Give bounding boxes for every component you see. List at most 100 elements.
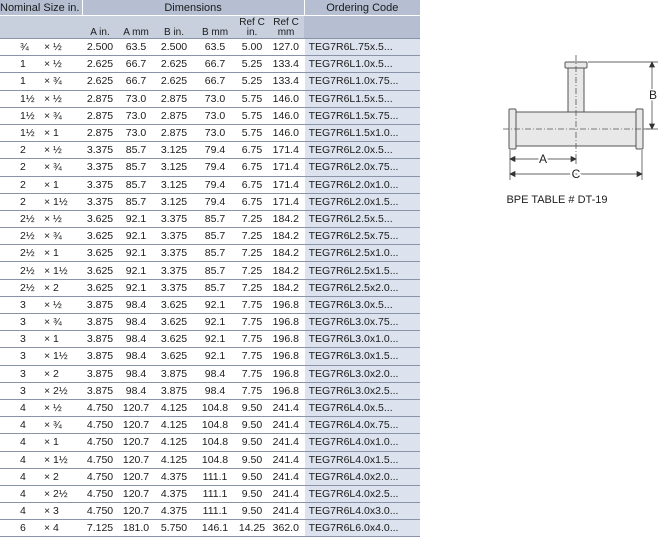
b-in-cell: 3.375 bbox=[154, 210, 195, 229]
header-row-group: Nominal Size in. Dimensions Ordering Cod… bbox=[0, 0, 421, 16]
header-ordering-code: Ordering Code bbox=[304, 0, 421, 16]
a-in-cell: 4.750 bbox=[82, 485, 119, 504]
reducer-size-cell: × 2½ bbox=[40, 485, 83, 504]
nominal-size-cell: 4 bbox=[0, 485, 40, 504]
a-in-cell: 4.750 bbox=[82, 502, 119, 521]
b-in-cell: 4.125 bbox=[154, 416, 195, 435]
ordering-code-cell: TEG7R6L1.5x.5... bbox=[303, 90, 421, 108]
a-in-cell: 3.625 bbox=[82, 279, 119, 297]
ordering-code-cell: TEG7R6L1.5x1.0... bbox=[303, 124, 421, 143]
dimension-c-label: C bbox=[572, 167, 581, 181]
b-mm-cell: 85.7 bbox=[194, 210, 237, 229]
ref-c-in-cell: 14.25 bbox=[236, 519, 269, 537]
nominal-size-cell: 2½ bbox=[0, 279, 40, 297]
ref-c-in-cell: 6.75 bbox=[236, 141, 269, 160]
a-in-cell: 3.875 bbox=[82, 313, 119, 332]
ref-c-in-cell: 7.25 bbox=[236, 210, 269, 229]
reducer-size-cell: × ¾ bbox=[40, 158, 83, 177]
nominal-size-cell: 4 bbox=[0, 502, 40, 521]
nominal-size-cell: 2½ bbox=[0, 261, 40, 280]
figure-caption: BPE TABLE # DT-19 bbox=[506, 194, 608, 206]
a-mm-cell: 92.1 bbox=[118, 244, 155, 263]
ref-c-mm-cell: 146.0 bbox=[268, 107, 305, 125]
ordering-code-cell: TEG7R6L2.5x2.0... bbox=[303, 279, 421, 297]
a-in-cell: 3.625 bbox=[82, 244, 119, 263]
ref-c-in-cell: 9.50 bbox=[236, 502, 269, 521]
dimension-b-label: B bbox=[649, 88, 657, 102]
b-mm-cell: 104.8 bbox=[194, 451, 237, 469]
nominal-size-cell: 4 bbox=[0, 433, 40, 452]
b-mm-cell: 73.0 bbox=[194, 124, 237, 143]
a-mm-cell: 92.1 bbox=[118, 279, 155, 297]
reducer-size-cell: × ¾ bbox=[40, 107, 83, 125]
header-dimensions: Dimensions bbox=[82, 0, 305, 16]
reducer-size-cell: × 1½ bbox=[40, 261, 83, 280]
b-mm-cell: 79.4 bbox=[194, 158, 237, 177]
ref-c-mm-cell: 196.8 bbox=[268, 296, 305, 315]
ref-c-in-cell: 6.75 bbox=[236, 176, 269, 194]
reducer-size-cell: × ½ bbox=[40, 399, 83, 418]
table-row: 4 × 2½ 4.750 120.7 4.375 111.1 9.50 241.4 TEG7R6… bbox=[0, 485, 421, 504]
nominal-size-cell: 2 bbox=[0, 193, 40, 211]
table-row: 3 × 1 3.875 98.4 3.625 92.1 7.75 196.8 TEG7R6L3.… bbox=[0, 330, 421, 349]
a-in-cell: 4.750 bbox=[82, 399, 119, 418]
b-mm-cell: 66.7 bbox=[194, 55, 237, 74]
a-in-cell: 2.625 bbox=[82, 55, 119, 74]
ref-c-in-cell: 9.50 bbox=[236, 416, 269, 435]
table-row: 2 × 1 3.375 85.7 3.125 79.4 6.75 171.4 TEG7R6L2.… bbox=[0, 176, 421, 194]
ref-c-in-cell: 7.25 bbox=[236, 279, 269, 297]
b-in-cell: 5.750 bbox=[154, 519, 195, 537]
b-in-cell: 4.375 bbox=[154, 502, 195, 521]
b-mm-cell: 85.7 bbox=[194, 227, 237, 246]
b-mm-cell: 85.7 bbox=[194, 244, 237, 263]
b-in-cell: 4.125 bbox=[154, 399, 195, 418]
header-ref-c-in: Ref C in. bbox=[236, 15, 269, 39]
ref-c-mm-cell: 241.4 bbox=[268, 416, 305, 435]
ordering-code-cell: TEG7R6L6.0x4.0... bbox=[303, 519, 421, 537]
ref-c-in-cell: 7.75 bbox=[236, 365, 269, 383]
a-in-cell: 2.625 bbox=[82, 72, 119, 91]
ref-c-in-cell: 9.50 bbox=[236, 399, 269, 418]
b-mm-cell: 66.7 bbox=[194, 72, 237, 91]
header-a-in: A in. bbox=[82, 15, 119, 39]
ordering-code-cell: TEG7R6L2.0x.75... bbox=[303, 158, 421, 177]
a-mm-cell: 98.4 bbox=[118, 313, 155, 332]
ordering-code-cell: TEG7R6L1.0x.5... bbox=[303, 55, 421, 74]
a-in-cell: 2.875 bbox=[82, 124, 119, 143]
b-in-cell: 3.625 bbox=[154, 347, 195, 366]
ref-c-in-cell: 5.75 bbox=[236, 90, 269, 108]
b-in-cell: 3.625 bbox=[154, 296, 195, 315]
reducing-tee-diagram: B A C bbox=[503, 55, 659, 183]
ordering-code-cell: TEG7R6L2.0x1.5... bbox=[303, 193, 421, 211]
b-in-cell: 2.625 bbox=[154, 72, 195, 91]
ref-c-in-cell: 7.75 bbox=[236, 296, 269, 315]
ordering-code-cell: TEG7R6L4.0x.5... bbox=[303, 399, 421, 418]
b-in-cell: 3.375 bbox=[154, 279, 195, 297]
a-mm-cell: 120.7 bbox=[118, 451, 155, 469]
nominal-size-cell: 2½ bbox=[0, 244, 40, 263]
ref-c-mm-cell: 127.0 bbox=[268, 38, 305, 57]
ordering-code-cell: TEG7R6L4.0x1.0... bbox=[303, 433, 421, 452]
reducer-size-cell: × 1 bbox=[40, 176, 83, 194]
ref-c-in-cell: 6.75 bbox=[236, 193, 269, 211]
ordering-code-cell: TEG7R6L1.0x.75... bbox=[303, 72, 421, 91]
b-mm-cell: 73.0 bbox=[194, 90, 237, 108]
ref-c-mm-cell: 146.0 bbox=[268, 124, 305, 143]
a-in-cell: 3.875 bbox=[82, 296, 119, 315]
b-mm-cell: 79.4 bbox=[194, 193, 237, 211]
ordering-code-cell: TEG7R6L4.0x2.5... bbox=[303, 485, 421, 504]
a-in-cell: 3.625 bbox=[82, 210, 119, 229]
a-mm-cell: 63.5 bbox=[118, 38, 155, 57]
b-mm-cell: 104.8 bbox=[194, 399, 237, 418]
ref-c-mm-cell: 133.4 bbox=[268, 55, 305, 74]
header-nominal-size: Nominal Size in. bbox=[0, 0, 83, 16]
ref-c-in-cell: 9.50 bbox=[236, 468, 269, 486]
ref-c-mm-cell: 196.8 bbox=[268, 382, 305, 400]
reducer-size-cell: × ¾ bbox=[40, 313, 83, 332]
a-mm-cell: 98.4 bbox=[118, 296, 155, 315]
nominal-size-cell: 2 bbox=[0, 176, 40, 194]
b-in-cell: 4.375 bbox=[154, 468, 195, 486]
ref-c-in-cell: 9.50 bbox=[236, 451, 269, 469]
b-in-cell: 4.375 bbox=[154, 485, 195, 504]
reducer-size-cell: × ¾ bbox=[40, 227, 83, 246]
